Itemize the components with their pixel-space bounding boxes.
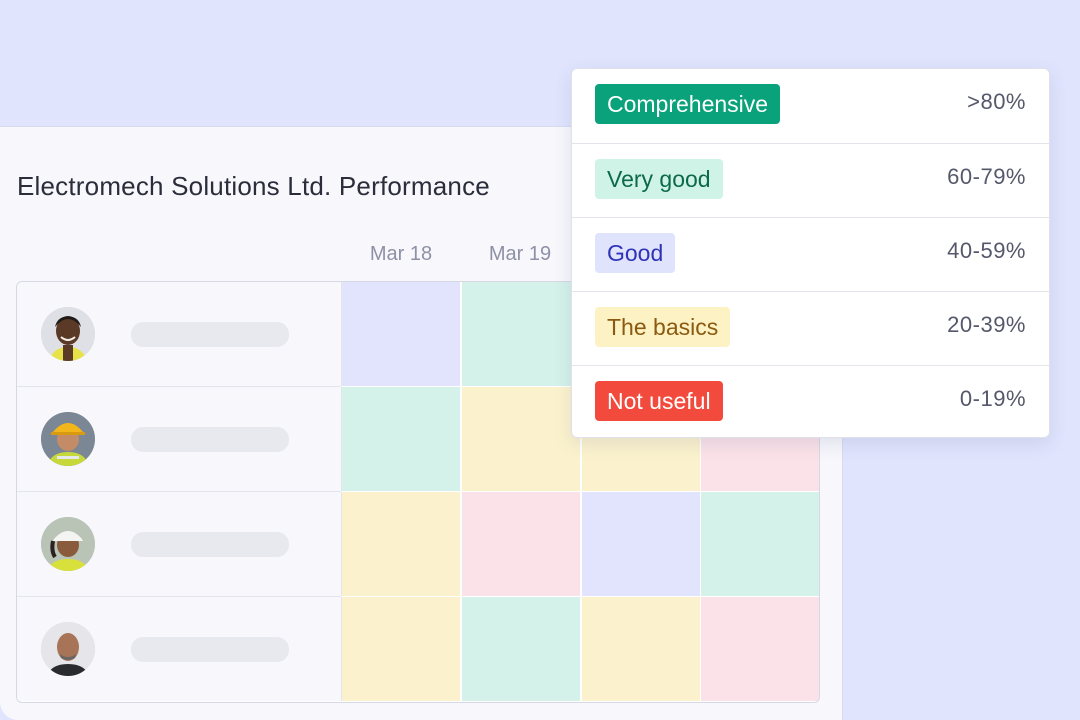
column-header-mar-19: Mar 19 — [488, 243, 552, 265]
screen: Electromech Solutions Ltd. Performance M… — [0, 0, 1080, 720]
rating-range: 60-79% — [947, 164, 1026, 189]
row-divider — [17, 386, 341, 387]
page-title: Electromech Solutions Ltd. Performance — [17, 171, 490, 201]
employee-cell — [17, 282, 342, 386]
score-cell[interactable] — [342, 387, 460, 491]
avatar — [41, 517, 95, 571]
score-cell[interactable] — [582, 597, 700, 701]
score-cell[interactable] — [582, 492, 700, 596]
row-divider — [17, 596, 341, 597]
legend-row-the-basics[interactable]: The basics 20-39% — [572, 291, 1049, 366]
rating-legend: Comprehensive >80% Very good 60-79% Good… — [571, 68, 1050, 438]
rating-badge: Comprehensive — [595, 84, 781, 124]
score-cell[interactable] — [342, 282, 460, 386]
score-cell[interactable] — [462, 387, 580, 491]
score-cell[interactable] — [701, 597, 819, 701]
score-cell[interactable] — [462, 597, 580, 701]
rating-badge: The basics — [595, 307, 731, 347]
legend-row-very-good[interactable]: Very good 60-79% — [572, 143, 1049, 218]
rating-range: 20-39% — [947, 312, 1026, 337]
name-placeholder — [131, 427, 289, 452]
legend-row-not-useful[interactable]: Not useful 0-19% — [572, 365, 1049, 437]
score-cell[interactable] — [342, 492, 460, 596]
row-divider — [17, 491, 341, 492]
rating-badge: Not useful — [595, 381, 723, 421]
legend-row-comprehensive[interactable]: Comprehensive >80% — [572, 69, 1049, 143]
score-cell[interactable] — [462, 282, 580, 386]
table-row[interactable] — [17, 492, 819, 596]
employee-cell — [17, 492, 342, 596]
column-header-mar-18: Mar 18 — [369, 243, 433, 265]
rating-range: 40-59% — [947, 238, 1026, 263]
rating-range: 0-19% — [959, 386, 1026, 411]
score-cell[interactable] — [701, 492, 819, 596]
rating-range: >80% — [967, 89, 1026, 114]
avatar — [41, 412, 95, 466]
table-row[interactable] — [17, 597, 819, 701]
name-placeholder — [131, 532, 289, 557]
employee-cell — [17, 387, 342, 491]
avatar — [41, 307, 95, 361]
employee-cell — [17, 597, 342, 701]
score-cell[interactable] — [342, 597, 460, 701]
rating-badge: Good — [595, 233, 676, 273]
rating-badge: Very good — [595, 159, 723, 199]
legend-row-good[interactable]: Good 40-59% — [572, 217, 1049, 292]
name-placeholder — [131, 637, 289, 662]
name-placeholder — [131, 322, 289, 347]
score-cell[interactable] — [462, 492, 580, 596]
avatar — [41, 622, 95, 676]
